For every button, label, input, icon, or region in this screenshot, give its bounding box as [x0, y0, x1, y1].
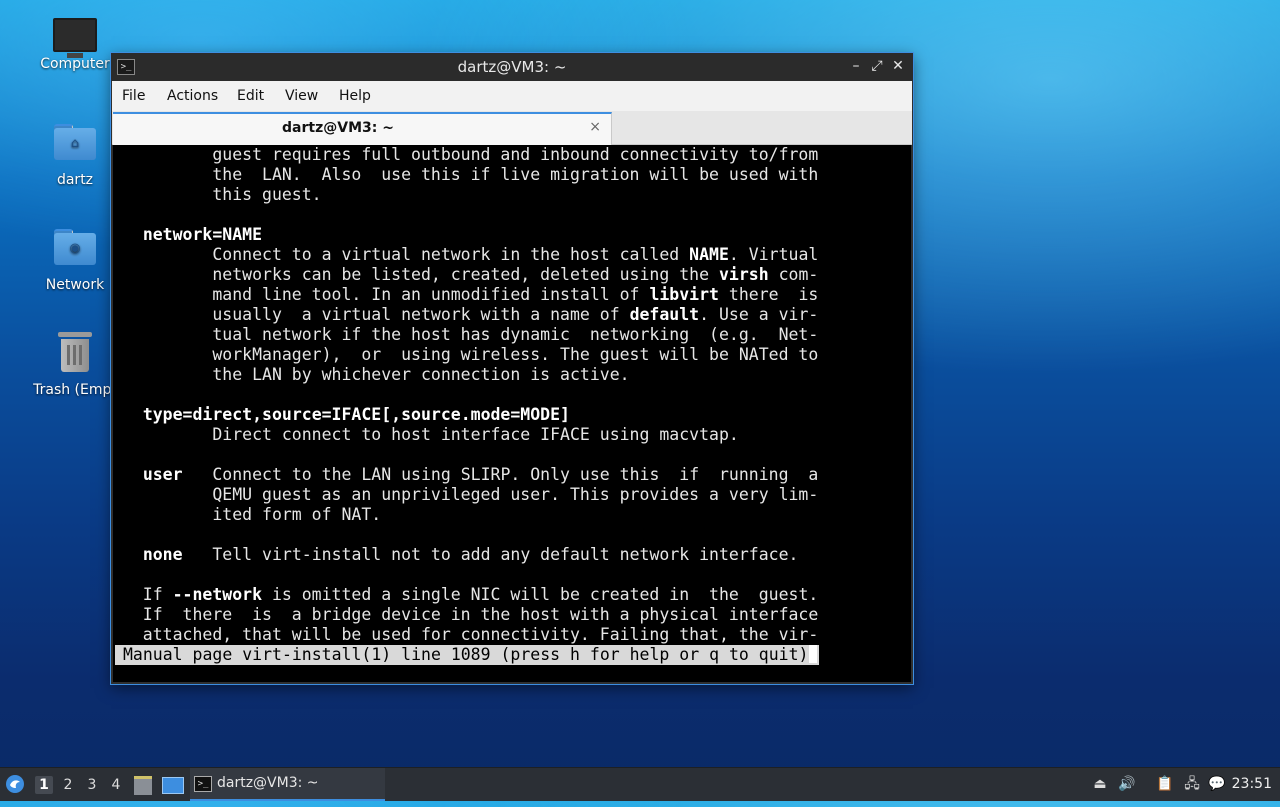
desktop-icon-label: dartz: [56, 172, 94, 188]
maximize-button[interactable]: ⤢: [868, 57, 886, 75]
window-titlebar[interactable]: >_ dartz@VM3: ~ – ⤢ ✕: [111, 53, 913, 81]
workspace-1[interactable]: 1: [35, 776, 53, 794]
workspace-3[interactable]: 3: [83, 776, 101, 794]
taskbar-task-terminal[interactable]: >_ dartz@VM3: ~: [190, 768, 385, 801]
close-button[interactable]: ✕: [889, 57, 907, 75]
desktop-icon-trash[interactable]: Trash (Empt: [25, 332, 125, 398]
tab-label: dartz@VM3: ~: [282, 120, 394, 136]
volume-icon[interactable]: 🔊: [1118, 775, 1136, 793]
application-menu-button[interactable]: [5, 768, 27, 801]
window-title: dartz@VM3: ~: [457, 58, 567, 76]
pager-status-text: Manual page virt-install(1) line 1089 (p…: [123, 645, 809, 664]
taskbar: 1 2 3 4 >_ dartz@VM3: ~ ⏏ 🔊 📋 🖧 💬 23:51: [0, 767, 1280, 801]
show-desktop-button[interactable]: [162, 768, 184, 801]
workspace-4[interactable]: 4: [107, 776, 125, 794]
clipboard-icon[interactable]: 📋: [1156, 775, 1174, 793]
notification-icon[interactable]: 💬: [1208, 775, 1226, 793]
task-label: dartz@VM3: ~: [217, 775, 319, 791]
terminal-text: guest requires full outbound and inbound…: [142, 145, 819, 644]
menu-file[interactable]: File: [122, 88, 145, 104]
text-cursor: [809, 645, 818, 663]
home-folder-icon: ⌂: [54, 124, 96, 160]
menu-bar: File Actions Edit View Help: [112, 81, 912, 111]
network-status-icon[interactable]: 🖧: [1183, 775, 1201, 793]
tab-bar: dartz@VM3: ~ ×: [112, 111, 912, 145]
desktop-icon: [162, 777, 184, 794]
pager-status-line: Manual page virt-install(1) line 1089 (p…: [115, 645, 820, 665]
file-manager-launcher[interactable]: [134, 768, 154, 801]
desktop-icon-network[interactable]: ◉ Network: [25, 229, 125, 293]
desktop-icon-label: Network: [45, 277, 105, 293]
tab-terminal[interactable]: dartz@VM3: ~ ×: [113, 112, 612, 145]
tab-close-icon[interactable]: ×: [589, 119, 601, 135]
network-folder-icon: ◉: [54, 229, 96, 265]
terminal-output[interactable]: guest requires full outbound and inbound…: [113, 145, 911, 682]
menu-edit[interactable]: Edit: [237, 88, 264, 104]
terminal-task-icon: >_: [194, 776, 212, 792]
desktop-icon-home[interactable]: ⌂ dartz: [25, 124, 125, 188]
desktop-icon-label: Trash (Empt: [33, 382, 117, 398]
trash-icon: [58, 332, 92, 372]
workspace-2[interactable]: 2: [59, 776, 77, 794]
desktop-icon-label: Computer: [40, 56, 110, 72]
computer-icon: [53, 18, 97, 58]
menu-actions[interactable]: Actions: [167, 88, 218, 104]
terminal-window[interactable]: >_ dartz@VM3: ~ – ⤢ ✕ File Actions Edit …: [111, 53, 913, 684]
desktop-icon-computer[interactable]: Computer: [25, 18, 125, 72]
tray-expand-icon[interactable]: ⏏: [1091, 775, 1109, 793]
clock[interactable]: 23:51: [1232, 776, 1272, 792]
lxqt-logo-icon: [6, 775, 24, 793]
menu-help[interactable]: Help: [339, 88, 371, 104]
minimize-button[interactable]: –: [847, 57, 865, 75]
menu-view[interactable]: View: [285, 88, 318, 104]
file-manager-icon: [134, 776, 152, 795]
